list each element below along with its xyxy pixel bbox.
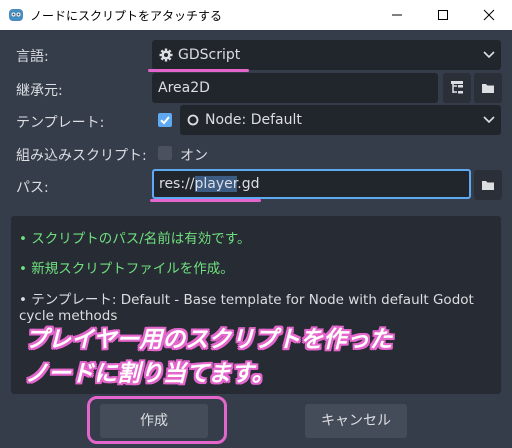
annotation-line-2: ノードに割り当てます。: [25, 361, 275, 387]
message-new-file: • 新規スクリプトファイルを作成。: [19, 261, 234, 277]
path-label: パス:: [16, 180, 49, 196]
folder-icon: [482, 84, 494, 93]
create-button[interactable]: 作成: [100, 404, 208, 438]
chevron-down-icon: [483, 51, 495, 59]
template-checkbox[interactable]: [158, 113, 172, 127]
path-input[interactable]: res://player.gd: [152, 169, 471, 199]
maximize-button[interactable]: [420, 0, 466, 30]
title-bar: ノードにスクリプトをアタッチする: [0, 0, 512, 30]
minimize-button[interactable]: [374, 0, 420, 30]
checkmark-icon: [160, 116, 170, 125]
template-label: テンプレート:: [16, 115, 105, 131]
language-select[interactable]: GDScript: [152, 40, 501, 70]
folder-icon: [482, 181, 494, 190]
cancel-button[interactable]: キャンセル: [305, 404, 407, 438]
path-highlight-underline: [150, 199, 261, 202]
template-select[interactable]: Node: Default: [180, 105, 501, 135]
window-title: ノードにスクリプトをアタッチする: [30, 9, 223, 23]
minimize-icon: [392, 14, 402, 16]
language-value: GDScript: [178, 47, 241, 63]
close-icon: [483, 9, 495, 21]
gear-icon: [159, 48, 173, 62]
path-folder-button[interactable]: [474, 170, 502, 200]
chevron-down-icon: [483, 116, 495, 124]
path-selected-text: player: [194, 176, 238, 192]
builtin-label: 組み込みスクリプト:: [16, 148, 147, 164]
node-circle-icon: [187, 114, 199, 126]
path-suffix: .gd: [237, 176, 260, 192]
message-path-valid: • スクリプトのパス/名前は有効です。: [19, 231, 251, 247]
inherits-value: Area2D: [158, 80, 210, 96]
template-value: Node: Default: [205, 112, 302, 128]
path-prefix: res://: [159, 176, 195, 192]
godot-icon: [9, 9, 23, 21]
status-messages: • スクリプトのパス/名前は有効です。 • 新規スクリプトファイルを作成。 • …: [11, 216, 501, 394]
inherits-tree-button[interactable]: [443, 73, 471, 103]
message-template: • テンプレート: Default - Base template for No…: [19, 292, 474, 308]
inherits-input[interactable]: Area2D: [152, 73, 438, 103]
maximize-icon: [438, 10, 448, 20]
language-highlight-underline: [148, 69, 249, 72]
annotation-line-1: プレイヤー用のスクリプトを作った: [25, 327, 393, 353]
inherits-label: 継承元:: [16, 83, 63, 99]
language-label: 言語:: [16, 49, 49, 65]
tree-icon: [451, 81, 463, 94]
builtin-on-label: オン: [180, 148, 208, 164]
close-button[interactable]: [466, 0, 512, 30]
builtin-checkbox[interactable]: [158, 146, 172, 160]
path-value: res://player.gd: [159, 171, 259, 198]
inherits-folder-button[interactable]: [474, 73, 502, 103]
